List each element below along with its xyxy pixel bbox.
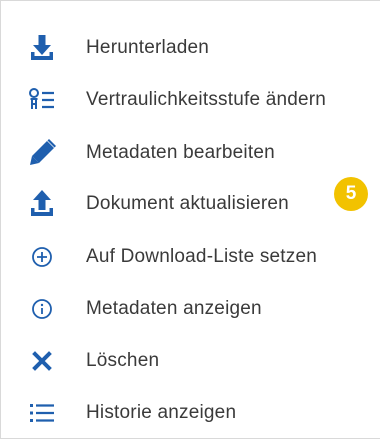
menu-item-change-confidentiality[interactable]: Vertraulichkeitsstufe ändern [1, 74, 379, 126]
menu-item-edit-metadata[interactable]: Metadaten bearbeiten [1, 127, 379, 179]
menu-item-label: Herunterladen [86, 37, 210, 58]
menu-item-add-to-download-list[interactable]: Auf Download-Liste setzen [1, 231, 379, 283]
menu-item-label: Dokument aktualisieren [86, 193, 289, 214]
close-x-icon [26, 345, 58, 377]
context-menu: Herunterladen Vertraulichkeitsstufe ände… [0, 0, 380, 439]
plus-circle-icon [26, 241, 58, 273]
menu-item-label: Vertraulichkeitsstufe ändern [86, 89, 327, 110]
step-number-badge: 5 [334, 177, 368, 211]
menu-item-label: Historie anzeigen [86, 402, 237, 423]
menu-item-label: Auf Download-Liste setzen [86, 246, 318, 267]
menu-item-label: Metadaten anzeigen [86, 298, 262, 319]
menu-item-download[interactable]: Herunterladen [1, 22, 379, 74]
upload-icon [26, 188, 58, 220]
menu-item-show-history[interactable]: Historie anzeigen [1, 387, 379, 439]
menu-item-delete[interactable]: Löschen [1, 335, 379, 387]
info-circle-icon [26, 293, 58, 325]
menu-item-label: Metadaten bearbeiten [86, 142, 275, 163]
confidentiality-level-icon [26, 84, 58, 116]
download-icon [26, 32, 58, 64]
pencil-icon [26, 137, 58, 169]
menu-item-label: Löschen [86, 350, 160, 371]
menu-item-update-document[interactable]: Dokument aktualisieren [1, 178, 379, 230]
list-icon [26, 397, 58, 429]
menu-item-show-metadata[interactable]: Metadaten anzeigen [1, 283, 379, 335]
